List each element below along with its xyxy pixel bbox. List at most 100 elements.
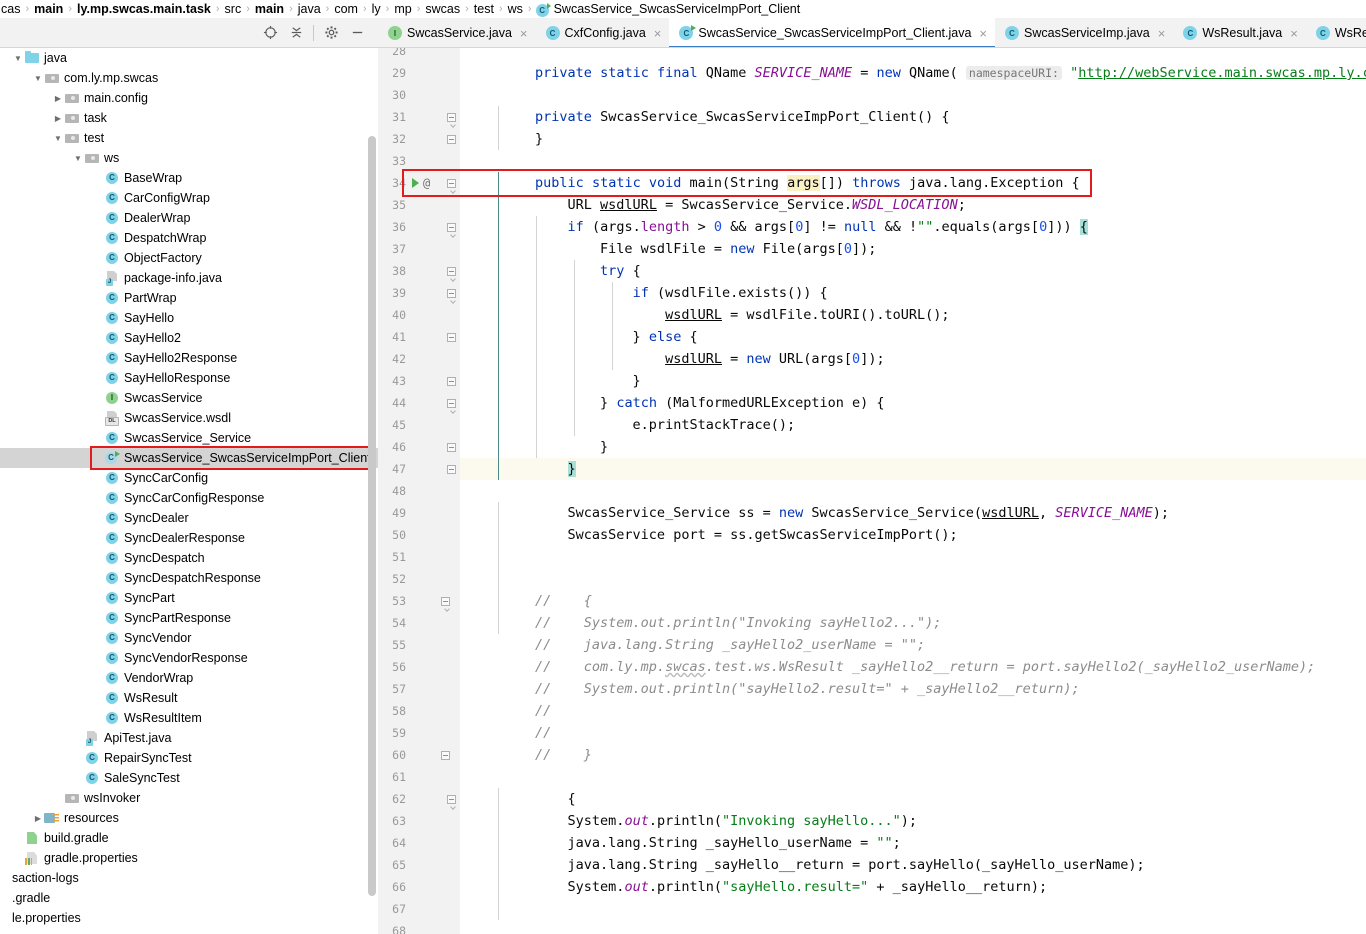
tree-item-objectfactory[interactable]: ObjectFactory <box>0 248 378 268</box>
tree-item-sayhelloresponse[interactable]: SayHelloResponse <box>0 368 378 388</box>
tree-item-despatchwrap[interactable]: DespatchWrap <box>0 228 378 248</box>
chevron-down-icon[interactable]: ▼ <box>12 52 24 64</box>
gutter-line-65[interactable]: 65 <box>378 854 460 876</box>
close-icon[interactable]: × <box>654 27 662 40</box>
gutter-line-32[interactable]: 32 <box>378 128 460 150</box>
gutter-line-33[interactable]: 33 <box>378 150 460 172</box>
gutter-line-43[interactable]: 43 <box>378 370 460 392</box>
code-line-35[interactable]: URL wsdlURL = SwcasService_Service.WSDL_… <box>460 194 1366 216</box>
code-line-63[interactable]: System.out.println("Invoking sayHello...… <box>460 810 1366 832</box>
gutter-line-29[interactable]: 29 <box>378 62 460 84</box>
gutter-line-44[interactable]: 44 <box>378 392 460 414</box>
collapse-all-icon[interactable] <box>283 21 309 45</box>
fold-end-icon[interactable] <box>444 458 458 480</box>
gutter-line-58[interactable]: 58 <box>378 700 460 722</box>
code-line-64[interactable]: java.lang.String _sayHello_userName = ""… <box>460 832 1366 854</box>
tree-item-syncvendorresponse[interactable]: SyncVendorResponse <box>0 648 378 668</box>
code-line-65[interactable]: java.lang.String _sayHello__return = por… <box>460 854 1366 876</box>
breadcrumb-item-ws[interactable]: ws <box>507 2 524 16</box>
editor-tab-swcasserviceimp[interactable]: C SwcasServiceImp.java × <box>995 18 1173 47</box>
code-editor[interactable]: 28 29 30 31 32 33 34 @35 36 37 38 39 40 41 42 43 44 45 46 4… <box>378 48 1366 934</box>
code-line-44[interactable]: } catch (MalformedURLException e) { <box>460 392 1366 414</box>
editor-tab-swcasservice[interactable]: I SwcasService.java × <box>378 18 536 47</box>
tree-item-syncdealer[interactable]: SyncDealer <box>0 508 378 528</box>
code-line-37[interactable]: File wsdlFile = new File(args[0]); <box>460 238 1366 260</box>
gutter-line-36[interactable]: 36 <box>378 216 460 238</box>
breadcrumb-item-ly[interactable]: ly <box>371 2 382 16</box>
tree-item-basewrap[interactable]: BaseWrap <box>0 168 378 188</box>
tree-item-swcasservice-swcasserviceimpport-client[interactable]: SwcasService_SwcasServiceImpPort_Client <box>0 448 378 468</box>
code-line-68[interactable] <box>460 920 1366 934</box>
gutter-line-66[interactable]: 66 <box>378 876 460 898</box>
code-line-38[interactable]: try { <box>460 260 1366 282</box>
gutter-line-38[interactable]: 38 <box>378 260 460 282</box>
fold-expand-icon[interactable] <box>444 172 458 194</box>
code-line-30[interactable] <box>460 84 1366 106</box>
gutter-line-31[interactable]: 31 <box>378 106 460 128</box>
code-line-40[interactable]: wsdlURL = wsdlFile.toURI().toURL(); <box>460 304 1366 326</box>
gutter-line-37[interactable]: 37 <box>378 238 460 260</box>
fold-expand-icon[interactable] <box>444 106 458 128</box>
code-line-33[interactable] <box>460 150 1366 172</box>
code-line-28[interactable] <box>460 48 1366 62</box>
tree-item-syncdespatch[interactable]: SyncDespatch <box>0 548 378 568</box>
gutter-line-63[interactable]: 63 <box>378 810 460 832</box>
breadcrumb-item-main[interactable]: main <box>33 2 64 16</box>
fold-end-icon[interactable] <box>444 326 458 348</box>
gutter-line-41[interactable]: 41 <box>378 326 460 348</box>
fold-expand-icon[interactable] <box>438 590 452 612</box>
editor-tab-cxfconfig[interactable]: C CxfConfig.java × <box>536 18 670 47</box>
editor-tab-swcasservice_swcasserviceimpport_client[interactable]: C SwcasService_SwcasServiceImpPort_Client… <box>669 18 996 47</box>
breadcrumb-item-test[interactable]: test <box>473 2 495 16</box>
tree-scrollbar[interactable] <box>368 136 376 896</box>
fold-expand-icon[interactable] <box>444 392 458 414</box>
fold-end-icon[interactable] <box>438 744 452 766</box>
tree-item-resources[interactable]: ▶ resources <box>0 808 378 828</box>
code-line-29[interactable]: private static final QName SERVICE_NAME … <box>460 62 1366 84</box>
gutter-line-53[interactable]: 53 <box>378 590 460 612</box>
gutter-line-42[interactable]: 42 <box>378 348 460 370</box>
override-marker-icon[interactable]: @ <box>423 176 430 190</box>
close-icon[interactable]: × <box>1158 27 1166 40</box>
tree-item-sayhello2[interactable]: SayHello2 <box>0 328 378 348</box>
run-gutter-icon[interactable] <box>412 178 419 188</box>
gutter-line-48[interactable]: 48 <box>378 480 460 502</box>
code-line-52[interactable] <box>460 568 1366 590</box>
tree-item-com-ly-mp-swcas[interactable]: ▼ com.ly.mp.swcas <box>0 68 378 88</box>
gutter-line-67[interactable]: 67 <box>378 898 460 920</box>
code-line-48[interactable] <box>460 480 1366 502</box>
gutter-line-60[interactable]: 60 <box>378 744 460 766</box>
gutter-line-68[interactable]: 68 <box>378 920 460 934</box>
tree-item-test[interactable]: ▼ test <box>0 128 378 148</box>
breadcrumb-item-src[interactable]: src <box>224 2 243 16</box>
tree-item-task[interactable]: ▶ task <box>0 108 378 128</box>
tree-item-vendorwrap[interactable]: VendorWrap <box>0 668 378 688</box>
breadcrumb-item-cas[interactable]: cas <box>0 2 21 16</box>
project-tree[interactable]: ▼ java ▼ com.ly.mp.swcas ▶ main.config ▶ task ▼ t… <box>0 48 378 934</box>
tree-item-syncdespatchresponse[interactable]: SyncDespatchResponse <box>0 568 378 588</box>
tree-item-repairsynctest[interactable]: RepairSyncTest <box>0 748 378 768</box>
hide-icon[interactable] <box>344 21 370 45</box>
code-line-51[interactable] <box>460 546 1366 568</box>
gutter-line-56[interactable]: 56 <box>378 656 460 678</box>
code-line-47[interactable]: } <box>460 458 1366 480</box>
code-line-45[interactable]: e.printStackTrace(); <box>460 414 1366 436</box>
tree-item-partwrap[interactable]: PartWrap <box>0 288 378 308</box>
code-line-58[interactable]: // <box>460 700 1366 722</box>
tree-item-syncvendor[interactable]: SyncVendor <box>0 628 378 648</box>
tree-item-package-info-java[interactable]: package-info.java <box>0 268 378 288</box>
close-icon[interactable]: × <box>979 27 987 40</box>
tree-item--gradle[interactable]: .gradle <box>0 888 378 908</box>
code-line-66[interactable]: System.out.println("sayHello.result=" + … <box>460 876 1366 898</box>
gutter-line-47[interactable]: 47 <box>378 458 460 480</box>
gutter-line-34[interactable]: 34 @ <box>378 172 460 194</box>
gutter-line-61[interactable]: 61 <box>378 766 460 788</box>
tree-item-swcasservice-service[interactable]: SwcasService_Service <box>0 428 378 448</box>
locate-file-icon[interactable] <box>257 21 283 45</box>
breadcrumb-item-java[interactable]: java <box>297 2 322 16</box>
tree-item-synccarconfigresponse[interactable]: SyncCarConfigResponse <box>0 488 378 508</box>
code-line-49[interactable]: SwcasService_Service ss = new SwcasServi… <box>460 502 1366 524</box>
gutter-line-50[interactable]: 50 <box>378 524 460 546</box>
code-line-54[interactable]: // System.out.println("Invoking sayHello… <box>460 612 1366 634</box>
tree-item-saction-logs[interactable]: saction-logs <box>0 868 378 888</box>
